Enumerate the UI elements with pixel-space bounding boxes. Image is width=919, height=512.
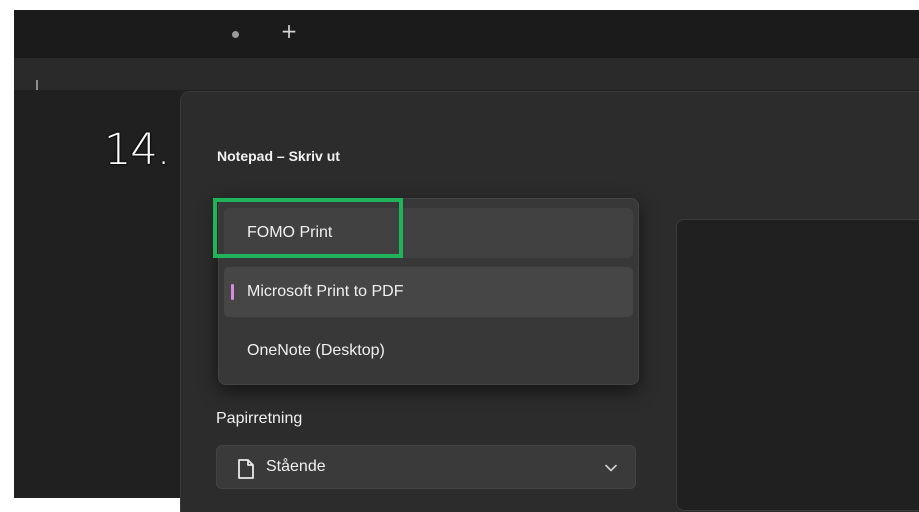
print-preview [676, 219, 919, 511]
printer-option-onenote-desktop[interactable]: OneNote (Desktop) [224, 326, 633, 376]
selection-indicator [231, 284, 234, 300]
chevron-down-icon [605, 464, 617, 472]
dialog-title: Notepad – Skriv ut [217, 148, 340, 164]
tab-strip: + [14, 10, 919, 58]
tab-dot-icon[interactable] [232, 31, 239, 38]
page-icon [238, 459, 254, 479]
step-number: 14. [104, 125, 170, 175]
toolbar-band [14, 58, 919, 90]
new-tab-button[interactable]: + [264, 10, 314, 58]
orientation-value: Stående [266, 458, 326, 475]
edge-mark [36, 80, 38, 90]
printer-option-label: Microsoft Print to PDF [247, 283, 404, 300]
printer-option-microsoft-print-to-pdf[interactable]: Microsoft Print to PDF [224, 267, 633, 317]
printer-option-label: OneNote (Desktop) [247, 342, 385, 359]
orientation-select[interactable]: Stående [216, 445, 636, 489]
highlight-box [213, 198, 403, 258]
orientation-label: Papirretning [216, 410, 303, 427]
